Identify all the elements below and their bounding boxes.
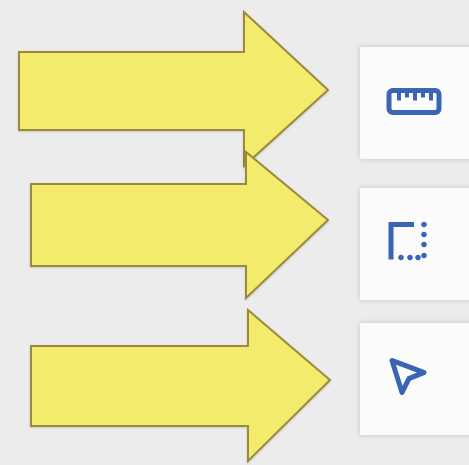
select-tool-button[interactable] [360,323,469,435]
cursor-arrow-icon [386,355,430,404]
annotation-arrow-3 [30,307,332,464]
ruler-icon [386,83,442,124]
measure-tool-button[interactable] [360,47,469,159]
screenshot-canvas [0,0,469,465]
area-tool-button[interactable] [360,188,469,300]
annotation-arrow-2 [30,149,330,301]
dotted-corner-icon [386,220,430,269]
annotation-arrow-1 [18,9,330,169]
